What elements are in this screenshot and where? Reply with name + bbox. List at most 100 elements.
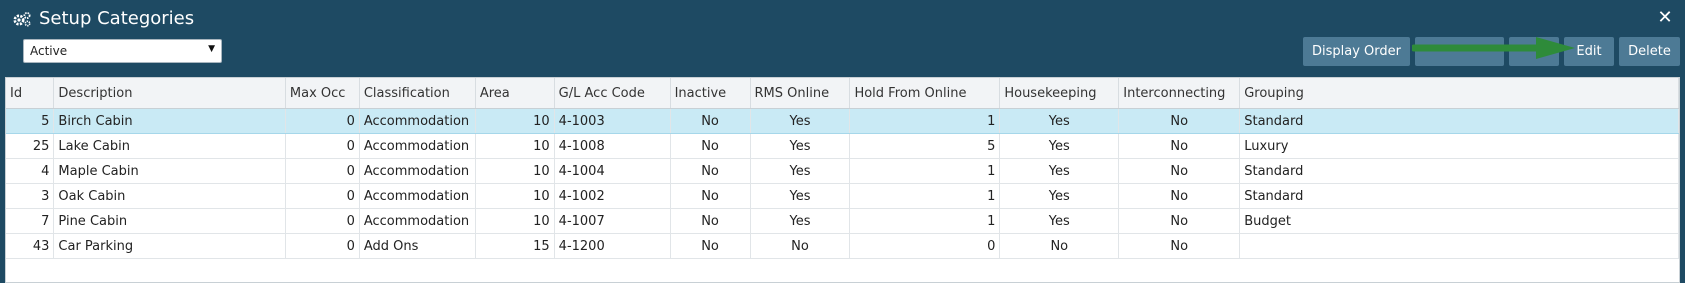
column-header-description[interactable]: Description xyxy=(53,78,286,109)
cell-id: 7 xyxy=(6,208,55,234)
delete-button[interactable]: Delete xyxy=(1619,37,1680,66)
cell-description: Car Parking xyxy=(53,233,286,259)
cell-housekeeping: No xyxy=(999,233,1120,259)
cell-classification: Accommodation xyxy=(359,133,476,159)
cell-max-occ: 0 xyxy=(285,108,360,134)
cell-housekeeping: Yes xyxy=(999,108,1120,134)
cell-max-occ: 0 xyxy=(285,208,360,234)
cell-grouping: Standard xyxy=(1239,158,1679,184)
cell-housekeeping: Yes xyxy=(999,133,1120,159)
cell-inactive: No xyxy=(670,133,751,159)
cell-housekeeping: Yes xyxy=(999,183,1120,209)
cell-inactive: No xyxy=(670,183,751,209)
cell-gl-acc-code: 4-1200 xyxy=(554,233,671,259)
column-header-id[interactable]: Id xyxy=(6,78,55,109)
cell-id: 4 xyxy=(6,158,55,184)
cell-classification: Accommodation xyxy=(359,108,476,134)
cell-inactive: No xyxy=(670,208,751,234)
edit-button[interactable]: Edit xyxy=(1564,37,1614,66)
cell-area: 15 xyxy=(475,233,555,259)
cell-gl-acc-code: 4-1004 xyxy=(554,158,671,184)
column-header-classification[interactable]: Classification xyxy=(359,78,476,109)
cell-id: 25 xyxy=(6,133,55,159)
cell-interconnecting: No xyxy=(1118,133,1241,159)
column-header-gl-acc-code[interactable]: G/L Acc Code xyxy=(554,78,671,109)
column-header-area[interactable]: Area xyxy=(475,78,555,109)
table-row[interactable]: 5 Birch Cabin 0 Accommodation 10 4-1003 No Yes 1… xyxy=(6,108,1679,134)
cell-grouping: Standard xyxy=(1239,183,1679,209)
table-row[interactable]: 25 Lake Cabin 0 Accommodation 10 4-1008 No Yes 5… xyxy=(6,133,1679,159)
cell-id: 5 xyxy=(6,108,55,134)
column-header-hold-from-online[interactable]: Hold From Online xyxy=(849,78,1001,109)
cell-rms-online: No xyxy=(750,233,851,259)
cell-classification: Accommodation xyxy=(359,183,476,209)
cell-grouping: Budget xyxy=(1239,208,1679,234)
categories-grid: Id Description Max Occ Classification Ar… xyxy=(5,77,1680,283)
cell-description: Pine Cabin xyxy=(53,208,286,234)
column-header-inactive[interactable]: Inactive xyxy=(670,78,751,109)
cell-interconnecting: No xyxy=(1118,208,1241,234)
table-row[interactable]: 7 Pine Cabin 0 Accommodation 10 4-1007 No Yes 1 Y… xyxy=(6,208,1679,234)
column-header-interconnecting[interactable]: Interconnecting xyxy=(1118,78,1241,109)
cell-description: Birch Cabin xyxy=(53,108,286,134)
cell-max-occ: 0 xyxy=(285,158,360,184)
categories-table: Id Description Max Occ Classification Ar… xyxy=(6,78,1679,259)
cell-classification: Add Ons xyxy=(359,233,476,259)
cell-interconnecting: No xyxy=(1118,183,1241,209)
cell-gl-acc-code: 4-1003 xyxy=(554,108,671,134)
table-row[interactable]: 4 Maple Cabin 0 Accommodation 10 4-1004 No Yes 1… xyxy=(6,158,1679,184)
cell-max-occ: 0 xyxy=(285,133,360,159)
column-header-rms-online[interactable]: RMS Online xyxy=(750,78,851,109)
cell-interconnecting: No xyxy=(1118,108,1241,134)
column-header-max-occ[interactable]: Max Occ xyxy=(285,78,360,109)
cell-hold-from-online: 1 xyxy=(849,108,1001,134)
cell-area: 10 xyxy=(475,208,555,234)
cell-grouping: Luxury xyxy=(1239,133,1679,159)
cell-max-occ: 0 xyxy=(285,183,360,209)
close-icon[interactable]: ✕ xyxy=(1655,8,1675,28)
cell-rms-online: Yes xyxy=(750,108,851,134)
cell-max-occ: 0 xyxy=(285,233,360,259)
cell-description: Lake Cabin xyxy=(53,133,286,159)
cell-inactive: No xyxy=(670,108,751,134)
cell-classification: Accommodation xyxy=(359,208,476,234)
cell-hold-from-online: 0 xyxy=(849,233,1001,259)
column-header-grouping[interactable]: Grouping xyxy=(1239,78,1679,109)
cell-area: 10 xyxy=(475,133,555,159)
cell-hold-from-online: 1 xyxy=(849,158,1001,184)
column-header-housekeeping[interactable]: Housekeeping xyxy=(999,78,1120,109)
cell-gl-acc-code: 4-1007 xyxy=(554,208,671,234)
cell-grouping: Standard xyxy=(1239,108,1679,134)
gears-icon xyxy=(12,11,32,28)
cell-area: 10 xyxy=(475,183,555,209)
cell-classification: Accommodation xyxy=(359,158,476,184)
cell-area: 10 xyxy=(475,108,555,134)
cell-hold-from-online: 1 xyxy=(849,183,1001,209)
display-order-button[interactable]: Display Order xyxy=(1303,37,1410,66)
cell-hold-from-online: 1 xyxy=(849,208,1001,234)
cell-interconnecting: No xyxy=(1118,233,1241,259)
table-row[interactable]: 3 Oak Cabin 0 Accommodation 10 4-1002 No Yes 1 Ye… xyxy=(6,183,1679,209)
cell-description: Oak Cabin xyxy=(53,183,286,209)
cell-interconnecting: No xyxy=(1118,158,1241,184)
cell-inactive: No xyxy=(670,233,751,259)
cell-area: 10 xyxy=(475,158,555,184)
toolbar-button-1[interactable] xyxy=(1415,37,1504,66)
status-filter-select[interactable]: Active ▼ xyxy=(23,39,222,63)
table-header-row: Id Description Max Occ Classification Ar… xyxy=(6,78,1679,109)
cell-rms-online: Yes xyxy=(750,133,851,159)
cell-hold-from-online: 5 xyxy=(849,133,1001,159)
cell-description: Maple Cabin xyxy=(53,158,286,184)
cell-id: 3 xyxy=(6,183,55,209)
cell-gl-acc-code: 4-1008 xyxy=(554,133,671,159)
table-row[interactable]: 43 Car Parking 0 Add Ons 15 4-1200 No No 0 No No xyxy=(6,233,1679,259)
cell-rms-online: Yes xyxy=(750,158,851,184)
cell-id: 43 xyxy=(6,233,55,259)
cell-inactive: No xyxy=(670,158,751,184)
toolbar-button-2[interactable] xyxy=(1509,37,1559,66)
cell-gl-acc-code: 4-1002 xyxy=(554,183,671,209)
cell-rms-online: Yes xyxy=(750,208,851,234)
cell-rms-online: Yes xyxy=(750,183,851,209)
cell-grouping xyxy=(1239,233,1679,259)
cell-housekeeping: Yes xyxy=(999,208,1120,234)
